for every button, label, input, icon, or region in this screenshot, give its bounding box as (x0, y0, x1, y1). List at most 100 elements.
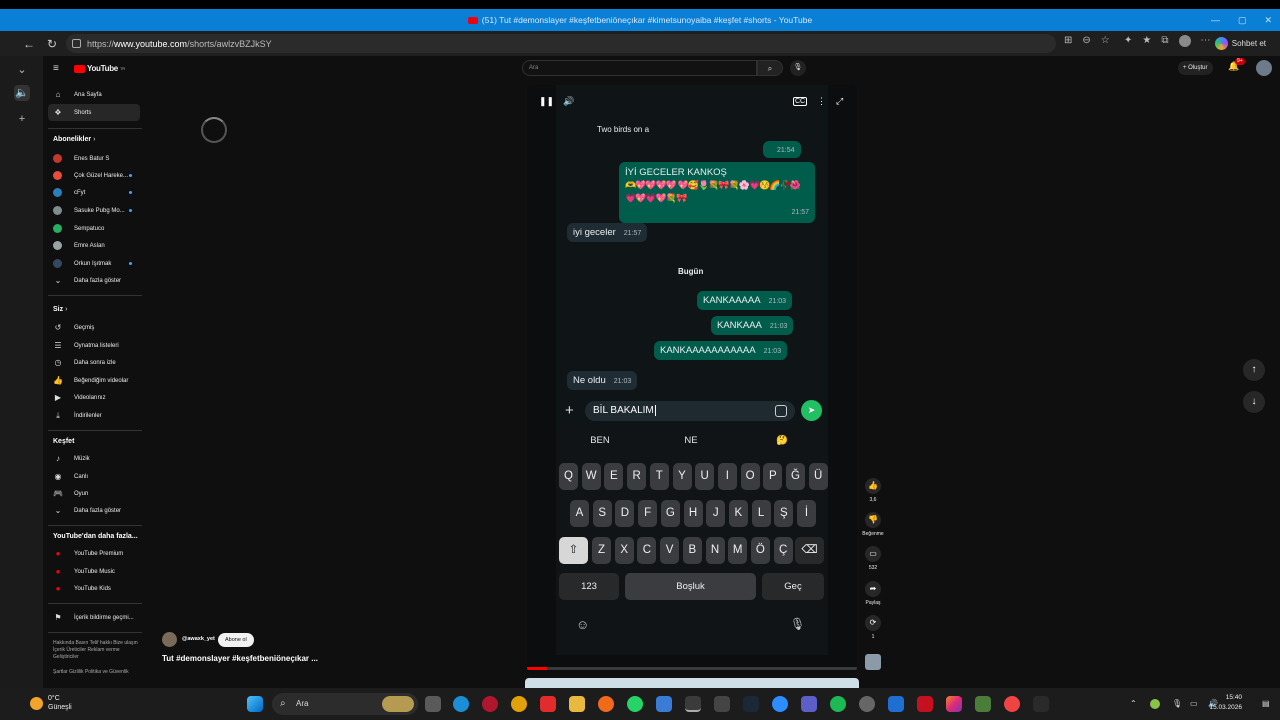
new-tab-icon[interactable]: + (14, 111, 30, 127)
favorite-star-icon[interactable]: ☆ (1101, 35, 1110, 46)
teams-icon[interactable] (801, 696, 817, 712)
search-button[interactable]: ⌕ (757, 60, 783, 76)
notification-center-icon[interactable]: ▤ (1262, 699, 1270, 708)
sidebar-item-playlists[interactable]: ☰ Oynatma listeleri (48, 337, 140, 354)
chrome-icon[interactable] (511, 696, 527, 712)
vpn-icon[interactable] (888, 696, 904, 712)
you-heading[interactable]: Siz › (53, 306, 67, 313)
display-icon[interactable]: ▭ (1190, 699, 1198, 708)
youtube-app-icon[interactable] (540, 696, 556, 712)
sidebar-item-history[interactable]: ↺ Geçmiş (48, 319, 140, 336)
photos-icon[interactable] (1004, 696, 1020, 712)
sidebar-item-your-videos[interactable]: ▶ Videolarınız (48, 389, 140, 406)
sidebar-item-premium[interactable]: ● YouTube Premium (48, 545, 140, 562)
sidebar-item-live[interactable]: ◉ Canlı (48, 468, 140, 485)
firefox-icon[interactable] (598, 696, 614, 712)
profile-avatar[interactable] (1178, 35, 1191, 47)
zoom-icon[interactable]: ⊖ (1082, 35, 1090, 46)
sidebar-item-subscription[interactable]: Sempatuco (48, 220, 140, 237)
snipping-tool-icon[interactable] (656, 696, 672, 712)
favorites-icon[interactable]: ★ (1142, 35, 1151, 47)
sidebar-item-subscription[interactable]: Orkun Işıtmak (48, 255, 140, 272)
steam-icon[interactable] (743, 696, 759, 712)
instagram-icon[interactable] (946, 696, 962, 712)
sidebar-item-subscription[interactable]: Enes Batur S (48, 150, 140, 167)
taskbar-search[interactable]: ⌕ Ara (272, 693, 418, 715)
sidebar-item-music-app[interactable]: ● YouTube Music (48, 563, 140, 580)
minecraft-icon[interactable] (975, 696, 991, 712)
sidebar-item-kids[interactable]: ● YouTube Kids (48, 580, 140, 597)
show-more-explore[interactable]: ⌄ Daha fazla göster (48, 502, 140, 519)
extensions-icon[interactable]: ✦ (1124, 35, 1132, 47)
subscriptions-heading[interactable]: Abonelikler › (53, 136, 95, 143)
footer-links[interactable]: Hakkında Basın Telif hakkı Bize ulaşın İ… (53, 640, 138, 661)
opera-icon[interactable] (482, 696, 498, 712)
remix-button[interactable]: ⟳ 1 (862, 615, 884, 640)
footer-legal-links[interactable]: Şartlar Gizlilik Politika ve Güvenlik (53, 669, 138, 676)
more-options-icon[interactable]: ⋮ (817, 96, 826, 107)
settings-gear-icon[interactable] (859, 696, 875, 712)
spotify-icon[interactable] (830, 696, 846, 712)
sidebar-item-music[interactable]: ♪ Müzik (48, 450, 140, 467)
account-avatar[interactable] (1256, 60, 1272, 76)
refresh-icon[interactable]: ↻ (41, 33, 63, 55)
tray-overflow-icon[interactable]: ⌃ (1130, 699, 1137, 708)
app-install-icon[interactable]: ⊞ (1064, 35, 1072, 46)
address-bar[interactable]: https://www.youtube.com/shorts/awlzvBZJk… (66, 34, 1056, 53)
capcut-icon[interactable] (685, 696, 701, 712)
previous-short-button[interactable]: ↑ (1243, 359, 1265, 381)
whatsapp-icon[interactable] (627, 696, 643, 712)
hamburger-menu-icon[interactable]: ≡ (53, 63, 59, 74)
sidebar-item-report-history[interactable]: ⚑ İçerik bildirme geçmi... (48, 609, 140, 626)
close-icon[interactable]: ✕ (1264, 15, 1272, 26)
back-arrow-icon[interactable]: ← (18, 33, 40, 55)
sidebar-item-home[interactable]: ⌂ Ana Sayfa (48, 86, 140, 103)
sidebar-item-liked[interactable]: 👍 Beğendiğim videolar (48, 372, 140, 389)
xbox-icon[interactable] (714, 696, 730, 712)
sidebar-item-gaming[interactable]: 🎮 Oyun (48, 485, 140, 502)
video-title[interactable]: Tut #demonslayer #keşfetbeniöneçıkar ... (162, 654, 318, 663)
create-button[interactable]: + Oluştur (1178, 61, 1213, 75)
zoom-icon[interactable] (772, 696, 788, 712)
video-progress-bar[interactable] (527, 667, 857, 670)
next-short-button[interactable]: ↓ (1243, 391, 1265, 413)
weather-widget[interactable]: 0°C Güneşli (30, 694, 72, 712)
voice-search-button[interactable]: 🎙 (790, 60, 806, 76)
youtube-logo[interactable]: YouTube TR (74, 64, 125, 73)
terminal-icon[interactable] (1033, 696, 1049, 712)
sidebar-item-shorts[interactable]: ❖ Shorts (48, 104, 140, 121)
edge-browser-icon[interactable] (453, 696, 469, 712)
shorts-video-player[interactable]: ❚❚ 🔊 CC ⋮ ⤢ Two birds on a 21:54 İYİ GEC… (527, 85, 857, 673)
comments-button[interactable]: ▭ 532 (862, 546, 884, 571)
clock[interactable]: 15:40 15.03.2026 (1209, 693, 1242, 713)
fullscreen-icon[interactable]: ⤢ (836, 96, 843, 107)
sidebar-item-subscription[interactable]: Çok Güzel Hareke... (48, 167, 140, 184)
copilot-button[interactable]: Sohbet et (1209, 34, 1272, 53)
audio-tab-icon[interactable]: 🔈 (14, 85, 30, 101)
dislike-button[interactable]: 👎 Beğenme (862, 512, 884, 537)
sidebar-item-subscription[interactable]: Sasuke Pubg Mo... (48, 202, 140, 219)
search-input[interactable]: Ara (522, 60, 757, 76)
sidebar-item-downloads[interactable]: ⤓ İndirilenler (48, 407, 140, 424)
subscribe-button[interactable]: Abone ol (218, 633, 254, 647)
sidebar-item-watch-later[interactable]: ◷ Daha sonra izle (48, 354, 140, 371)
tray-mic-icon[interactable]: 🎙 (1172, 699, 1182, 708)
tray-app-icon[interactable] (1150, 699, 1160, 709)
sidebar-item-subscription[interactable]: cFyt (48, 184, 140, 201)
pause-icon[interactable]: ❚❚ (539, 96, 554, 107)
show-more-subscriptions[interactable]: ⌄ Daha fazla göster (48, 272, 140, 289)
collections-icon[interactable]: ⧉ (1161, 35, 1168, 47)
channel-name[interactable]: @awaxk_yet (182, 636, 215, 642)
task-view-icon[interactable] (425, 696, 441, 712)
video-app-icon[interactable] (917, 696, 933, 712)
sidebar-item-subscription[interactable]: Emre Aslan (48, 237, 140, 254)
chevron-down-icon[interactable]: ⌄ (14, 62, 30, 78)
channel-avatar[interactable] (162, 632, 177, 647)
share-button[interactable]: ➦ Paylaş (862, 581, 884, 606)
audio-thumbnail[interactable] (862, 654, 884, 673)
site-info-icon[interactable] (72, 39, 81, 48)
maximize-icon[interactable]: ▢ (1238, 15, 1247, 26)
file-explorer-icon[interactable] (569, 696, 585, 712)
volume-icon[interactable]: 🔊 (563, 96, 574, 107)
start-windows-icon[interactable] (247, 696, 263, 712)
